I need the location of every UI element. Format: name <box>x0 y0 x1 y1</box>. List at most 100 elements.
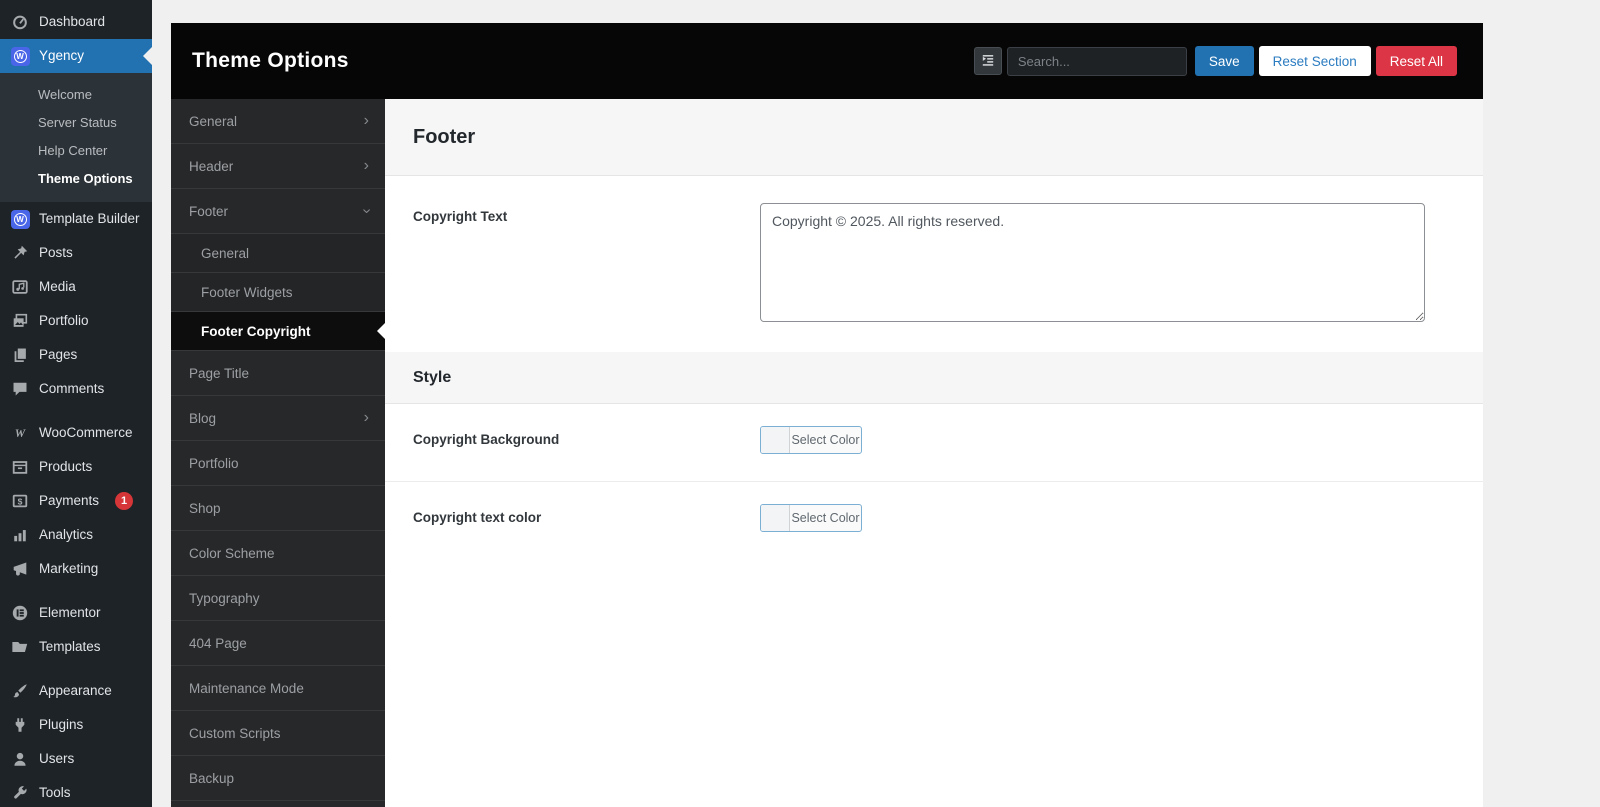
sidebar-item-label: Comments <box>39 381 105 396</box>
woocommerce-icon: W <box>10 423 30 443</box>
theme-options-panel: General › Header › Footer › General Footer Widg… <box>171 99 1483 807</box>
copyright-background-color-picker-button[interactable]: Select Color <box>760 426 862 454</box>
sidebar-item-payments[interactable]: $ Payments 1 <box>0 484 152 518</box>
sidebar-item-tools[interactable]: Tools <box>0 776 152 807</box>
admin-sidebar: Dashboard W Ygency Welcome Server Status Help… <box>0 0 152 807</box>
save-button[interactable]: Save <box>1194 46 1254 76</box>
options-nav-item-general[interactable]: General › <box>171 99 385 144</box>
wrench-icon <box>10 783 30 803</box>
color-swatch <box>761 427 790 453</box>
sidebar-item-comments[interactable]: Comments <box>0 372 152 406</box>
options-nav-item-label: Blog <box>189 410 217 426</box>
options-nav-item-header[interactable]: Header › <box>171 144 385 189</box>
options-nav-item-maintenance-mode[interactable]: Maintenance Mode <box>171 666 385 711</box>
pushpin-icon <box>10 243 30 263</box>
options-nav-item-general[interactable]: General <box>171 234 385 273</box>
sidebar-item-marketing[interactable]: Marketing <box>0 552 152 586</box>
copyright-text-color-label: Copyright text color <box>413 510 542 525</box>
copyright-text-field-row: Copyright Text Copyright © 2025. All rig… <box>385 176 1483 352</box>
options-nav-item-label: 404 Page <box>189 635 247 651</box>
submenu-item-theme-options[interactable]: Theme Options <box>0 164 152 192</box>
section-title: Footer <box>385 99 1483 176</box>
options-nav-item-page-title[interactable]: Page Title <box>171 351 385 396</box>
sidebar-item-label: Marketing <box>39 561 99 576</box>
options-nav-item-label: Header <box>189 158 234 174</box>
options-nav-item-backup[interactable]: Backup <box>171 756 385 801</box>
svg-text:$: $ <box>18 496 23 506</box>
reset-section-button[interactable]: Reset Section <box>1258 46 1371 76</box>
folder-icon <box>10 637 30 657</box>
sidebar-item-plugins[interactable]: Plugins <box>0 708 152 742</box>
options-nav-item-label: Footer <box>189 203 229 219</box>
collapse-panel-button[interactable] <box>973 47 1002 75</box>
options-nav-item-typography[interactable]: Typography <box>171 576 385 621</box>
options-nav-item-label: Typography <box>189 590 260 606</box>
chevron-down-icon: › <box>358 208 376 214</box>
options-nav-item-label: General <box>201 245 250 261</box>
copyright-text-textarea[interactable]: Copyright © 2025. All rights reserved. <box>760 203 1425 322</box>
options-nav-item-footer-widgets[interactable]: Footer Widgets <box>171 273 385 312</box>
sidebar-item-label: Media <box>39 279 76 294</box>
reset-all-button[interactable]: Reset All <box>1375 46 1457 76</box>
chevron-right-icon: › <box>363 409 369 426</box>
sidebar-item-woocommerce[interactable]: W WooCommerce <box>0 416 152 450</box>
submenu-item-help-center[interactable]: Help Center <box>0 136 152 164</box>
sidebar-item-label: Dashboard <box>39 14 106 29</box>
ygency-submenu: Welcome Server Status Help Center Theme Opt… <box>0 73 152 202</box>
submenu-item-server-status[interactable]: Server Status <box>0 108 152 136</box>
options-nav-item-label: Footer Widgets <box>201 284 293 300</box>
options-nav-item-footer-copyright[interactable]: Footer Copyright <box>171 312 385 351</box>
sidebar-item-label: Pages <box>39 347 78 362</box>
sidebar-item-posts[interactable]: Posts <box>0 236 152 270</box>
copyright-text-color-picker-button[interactable]: Select Color <box>760 504 862 532</box>
pages-icon <box>10 345 30 365</box>
theme-options-header: Theme Options Save Reset Section Reset A… <box>171 23 1483 99</box>
collapse-panel-icon <box>980 52 996 71</box>
sidebar-item-appearance[interactable]: Appearance <box>0 674 152 708</box>
payments-count-badge: 1 <box>115 492 134 510</box>
sidebar-item-ygency[interactable]: W Ygency <box>0 39 152 73</box>
chevron-right-icon: › <box>363 112 369 129</box>
sidebar-item-templates[interactable]: Templates <box>0 630 152 664</box>
sidebar-item-elementor[interactable]: Elementor <box>0 596 152 630</box>
sidebar-item-analytics[interactable]: Analytics <box>0 518 152 552</box>
options-nav-item-color-scheme[interactable]: Color Scheme <box>171 531 385 576</box>
color-swatch <box>761 505 790 531</box>
options-nav-item-footer[interactable]: Footer › <box>171 189 385 234</box>
sidebar-item-dashboard[interactable]: Dashboard <box>0 5 152 39</box>
section-title-text: Footer <box>413 125 476 148</box>
svg-text:W: W <box>15 427 27 440</box>
user-icon <box>10 749 30 769</box>
options-nav-item-label: Color Scheme <box>189 545 275 561</box>
sidebar-item-template-builder[interactable]: W Template Builder <box>0 202 152 236</box>
options-nav-item-label: Page Title <box>189 365 250 381</box>
sidebar-item-label: Template Builder <box>39 211 140 226</box>
sidebar-item-label: Payments <box>39 493 100 508</box>
sidebar-item-label: Portfolio <box>39 313 89 328</box>
options-nav-item-portfolio[interactable]: Portfolio <box>171 441 385 486</box>
options-nav-item-blog[interactable]: Blog › <box>171 396 385 441</box>
options-nav-item-custom-scripts[interactable]: Custom Scripts <box>171 711 385 756</box>
search-input[interactable] <box>1006 46 1187 76</box>
copyright-background-label: Copyright Background <box>413 432 560 447</box>
submenu-item-welcome[interactable]: Welcome <box>0 80 152 108</box>
sidebar-item-media[interactable]: Media <box>0 270 152 304</box>
ygency-logo-icon: W <box>10 46 30 66</box>
megaphone-icon <box>10 559 30 579</box>
sidebar-item-products[interactable]: Products <box>0 450 152 484</box>
options-nav-item-label: Shop <box>189 500 221 516</box>
sidebar-item-portfolio[interactable]: Portfolio <box>0 304 152 338</box>
sidebar-item-users[interactable]: Users <box>0 742 152 776</box>
header-controls: Save Reset Section Reset All <box>973 46 1457 76</box>
sidebar-item-pages[interactable]: Pages <box>0 338 152 372</box>
options-nav-item-404-page[interactable]: 404 Page <box>171 621 385 666</box>
sidebar-item-label: Appearance <box>39 683 112 698</box>
copyright-text-label: Copyright Text <box>413 209 508 224</box>
options-nav-item-shop[interactable]: Shop <box>171 486 385 531</box>
options-content: Footer Copyright Text Copyright © 2025. … <box>385 99 1483 807</box>
select-color-label: Select Color <box>791 511 860 525</box>
options-nav: General › Header › Footer › General Footer Widg… <box>171 99 385 807</box>
paintbrush-icon <box>10 681 30 701</box>
comment-icon <box>10 379 30 399</box>
page-title: Theme Options <box>192 49 349 72</box>
